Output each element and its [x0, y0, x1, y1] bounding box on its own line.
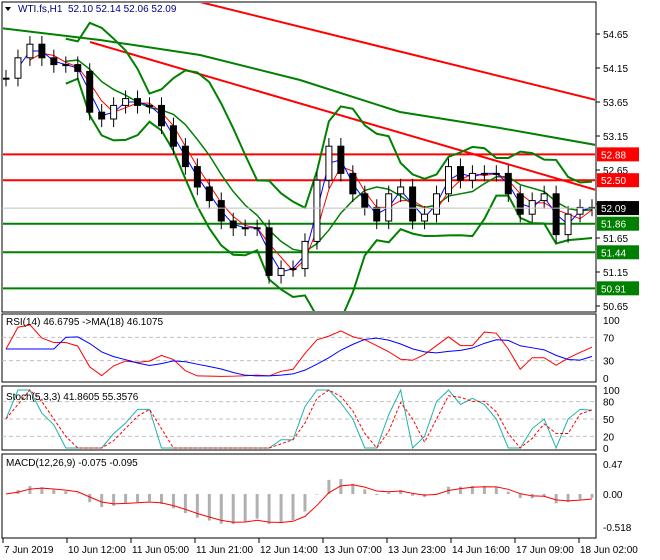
candle-body [504, 172, 512, 195]
y-tick-label: 54.65 [603, 30, 628, 41]
x-tick-label: 13 Jun 23:00 [388, 545, 446, 556]
x-tick-label: 10 Jun 12:00 [68, 545, 126, 556]
stoch-tick: 50 [603, 415, 615, 426]
rsi-label: RSI(14) 46.6795 ->MA(18) 46.1075 [6, 317, 163, 328]
rsi-line [5, 324, 593, 377]
rsi-tick: 70 [603, 333, 615, 344]
candle-body [26, 43, 34, 59]
candle-body [229, 220, 237, 229]
level-label: 51.86 [601, 220, 626, 231]
x-tick-label: 18 Jun 02:00 [580, 545, 638, 556]
macd-tick: -0.518 [603, 523, 632, 534]
candle-body [62, 64, 70, 67]
candle-body [361, 193, 369, 208]
x-tick-label: 13 Jun 07:00 [324, 545, 382, 556]
candle-body [313, 179, 321, 242]
candle-body [110, 104, 118, 120]
candle-body [301, 240, 309, 270]
candle-body [193, 166, 201, 188]
y-tick-label: 51.15 [603, 268, 628, 279]
candle-body [421, 213, 429, 222]
candle-body [38, 43, 46, 59]
candle-body [528, 200, 536, 215]
candle-body [540, 193, 548, 202]
price-plot [3, 3, 595, 311]
stoch-tick: 20 [603, 432, 615, 443]
candle-body [277, 268, 285, 276]
level-label: 52.50 [601, 176, 626, 187]
candle-body [134, 98, 142, 106]
candle-body [146, 104, 154, 107]
level-label: 51.44 [601, 248, 626, 259]
candle-body [564, 213, 572, 236]
candle-body [86, 70, 94, 113]
x-tick-label: 11 Jun 05:00 [132, 545, 190, 556]
x-tick-label: 7 Jun 2019 [4, 545, 54, 556]
candle-body [480, 172, 488, 175]
y-tick-label: 51.65 [603, 234, 628, 245]
y-tick-label: 53.65 [603, 98, 628, 109]
candle-body [253, 227, 261, 230]
candle-body [456, 166, 464, 181]
macd-label: MACD(12,26,9) -0.075 -0.095 [6, 458, 138, 469]
stoch-tick: 80 [603, 398, 615, 409]
candle-body [492, 172, 500, 175]
candle-body [337, 145, 345, 174]
candle-body [468, 172, 476, 181]
candle-body [50, 57, 58, 66]
y-tick-label: 54.15 [603, 64, 628, 75]
candle-body [169, 125, 177, 147]
x-tick-label: 12 Jun 14:00 [260, 545, 318, 556]
x-tick-label: 11 Jun 21:00 [196, 545, 254, 556]
macd-tick: 0.00 [603, 490, 623, 501]
symbol-label: WTI.fs,H1 [18, 4, 63, 15]
stoch-label: Stoch(5,3,3) 41.8605 55.3576 [6, 392, 139, 403]
candle-body [397, 186, 405, 195]
chart-canvas[interactable]: 54.6554.1553.6553.1552.6552.1551.6551.15… [0, 0, 660, 560]
candle-body [157, 104, 165, 127]
candle-body [349, 172, 357, 195]
level-label: 50.91 [601, 284, 626, 295]
candle-body [409, 186, 417, 222]
candle-body [181, 145, 189, 168]
red-trendline-upper [199, 3, 595, 101]
y-tick-label: 50.65 [603, 302, 628, 313]
rsi-tick: 30 [603, 357, 615, 368]
trading-chart[interactable]: 54.6554.1553.6553.1552.6552.1551.6551.15… [0, 0, 660, 560]
candle-body [325, 145, 333, 181]
rsi-tick: 100 [603, 316, 620, 327]
candle-body [74, 64, 82, 72]
dropdown-triangle-icon [5, 7, 11, 11]
candle-body [289, 268, 297, 271]
candle-body [98, 111, 106, 120]
macd-tick: 0.47 [603, 460, 623, 471]
candle-body [444, 166, 452, 195]
ma-fast-red [29, 52, 593, 272]
candle-body [122, 98, 130, 106]
x-tick-label: 17 Jun 09:00 [516, 545, 574, 556]
candle-body [217, 200, 225, 222]
candle-body [265, 227, 273, 276]
ohlc-values: 52.10 52.14 52.06 52.09 [68, 4, 177, 15]
current-price-label: 52.09 [601, 204, 626, 215]
candle-body [516, 193, 524, 215]
bollinger-lower [65, 77, 593, 311]
candle-body [14, 57, 22, 79]
macd-signal-line [5, 484, 593, 524]
candle-body [385, 193, 393, 222]
candle-body [373, 206, 381, 222]
candle-body [3, 77, 10, 80]
candle-body [433, 193, 441, 215]
candle-body [205, 186, 213, 202]
candle-body [241, 227, 249, 230]
stoch-tick: 0 [603, 444, 609, 455]
stoch-tick: 100 [603, 386, 620, 397]
rsi-tick: 0 [603, 374, 609, 385]
level-label: 52.88 [601, 150, 626, 161]
x-tick-label: 14 Jun 16:00 [452, 545, 510, 556]
candle-body [552, 193, 560, 236]
y-tick-label: 53.15 [603, 132, 628, 143]
